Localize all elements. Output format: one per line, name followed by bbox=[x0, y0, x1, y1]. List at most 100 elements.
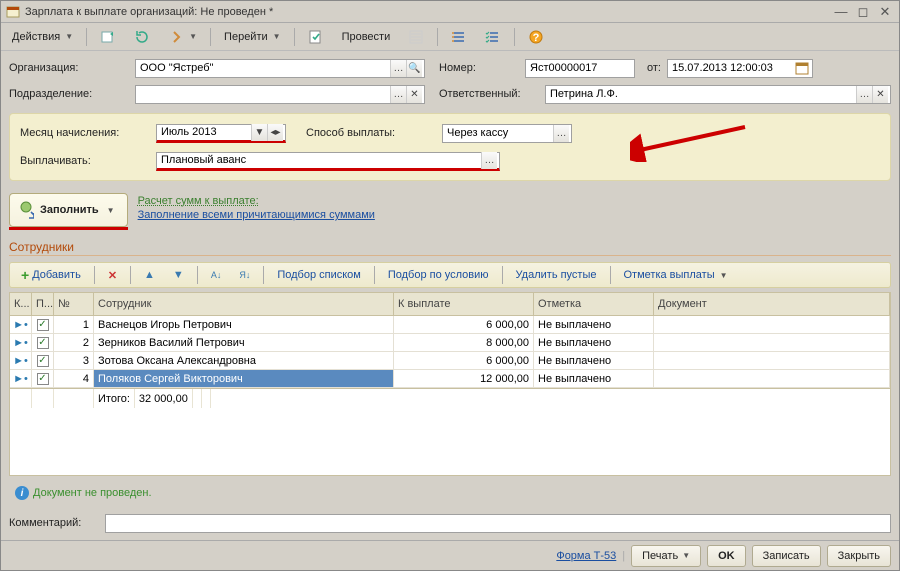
chevron-down-icon[interactable]: ▼ bbox=[251, 124, 267, 141]
row-mark: Не выплачено bbox=[534, 316, 654, 333]
delete-row-icon[interactable]: ✕ bbox=[101, 264, 124, 286]
row-number: 1 bbox=[54, 316, 94, 333]
ellipsis-icon[interactable]: … bbox=[390, 86, 406, 103]
fill-all-link[interactable]: Заполнение всеми причитающимися суммами bbox=[138, 209, 375, 221]
col-n[interactable]: № bbox=[54, 293, 94, 315]
row-employee: Васнецов Игорь Петрович bbox=[94, 316, 394, 333]
dept-field[interactable]: … ✕ bbox=[135, 85, 425, 104]
reread-icon-button[interactable] bbox=[127, 26, 157, 48]
fill-icon bbox=[18, 202, 34, 218]
check-list-icon-button[interactable] bbox=[478, 26, 508, 48]
paymethod-label: Способ выплаты: bbox=[306, 127, 436, 139]
ellipsis-icon[interactable]: … bbox=[390, 60, 406, 77]
number-label: Номер: bbox=[439, 62, 519, 74]
clear-icon[interactable]: ✕ bbox=[872, 86, 888, 103]
refresh-icon-button[interactable] bbox=[93, 26, 123, 48]
row-employee: Зерников Василий Петрович bbox=[94, 334, 394, 351]
pick-cond-button[interactable]: Подбор по условию bbox=[381, 264, 496, 286]
structure-icon-button[interactable] bbox=[401, 26, 431, 48]
col-mark[interactable]: Отметка bbox=[534, 293, 654, 315]
row-checkbox[interactable]: ✓ bbox=[32, 352, 54, 369]
col-employee[interactable]: Сотрудник bbox=[94, 293, 394, 315]
row-flag-icon: ►• bbox=[10, 352, 32, 369]
close-footer-button[interactable]: Закрыть bbox=[827, 545, 891, 567]
table-footer: Итого: 32 000,00 bbox=[10, 388, 890, 408]
close-button[interactable]: ✕ bbox=[875, 4, 895, 20]
window-title: Зарплата к выплате организаций: Не прове… bbox=[25, 6, 829, 18]
post-button[interactable]: Провести bbox=[335, 26, 398, 48]
calendar-icon[interactable] bbox=[794, 60, 810, 77]
table-row[interactable]: ►•✓2Зерников Василий Петрович8 000,00Не … bbox=[10, 334, 890, 352]
col-doc[interactable]: Документ bbox=[654, 293, 890, 315]
comment-field[interactable] bbox=[105, 514, 891, 533]
move-down-icon[interactable]: ▼ bbox=[166, 264, 191, 286]
goto-menu[interactable]: Перейти▼ bbox=[217, 26, 288, 48]
date-label: от: bbox=[647, 62, 661, 74]
col-k[interactable]: К... bbox=[10, 293, 32, 315]
number-field[interactable]: Яст00000017 bbox=[525, 59, 635, 78]
actions-menu[interactable]: Действия▼ bbox=[5, 26, 80, 48]
date-field[interactable]: 15.07.2013 12:00:03 bbox=[667, 59, 813, 78]
ellipsis-icon[interactable]: … bbox=[481, 152, 497, 169]
row-mark: Не выплачено bbox=[534, 352, 654, 369]
dept-label: Подразделение: bbox=[9, 88, 129, 100]
form-t53-link[interactable]: Форма Т-53 bbox=[556, 550, 616, 562]
pick-list-button[interactable]: Подбор списком bbox=[270, 264, 368, 286]
total-label: Итого: bbox=[94, 389, 135, 408]
row-checkbox[interactable]: ✓ bbox=[32, 316, 54, 333]
add-row-button[interactable]: +Добавить bbox=[14, 264, 88, 286]
row-amount: 8 000,00 bbox=[394, 334, 534, 351]
resp-field[interactable]: Петрина Л.Ф. … ✕ bbox=[545, 85, 891, 104]
row-number: 3 bbox=[54, 352, 94, 369]
sort-asc-icon[interactable]: А↓ bbox=[204, 264, 229, 286]
status-row: i Документ не проведен. bbox=[9, 484, 891, 502]
month-field[interactable]: Июль 2013 ▼ ◂▸ bbox=[156, 124, 286, 143]
sort-desc-icon[interactable]: Я↓ bbox=[232, 264, 257, 286]
row-employee: Зотова Оксана Александровна bbox=[94, 352, 394, 369]
row-checkbox[interactable]: ✓ bbox=[32, 334, 54, 351]
table-row[interactable]: ►•✓4Поляков Сергей Викторович12 000,00Не… bbox=[10, 370, 890, 388]
paytype-field[interactable]: Плановый аванс … bbox=[156, 152, 500, 171]
col-amount[interactable]: К выплате bbox=[394, 293, 534, 315]
mark-pay-button[interactable]: Отметка выплаты▼ bbox=[617, 264, 735, 286]
ok-button[interactable]: OK bbox=[707, 545, 746, 567]
spinner-icon[interactable]: ◂▸ bbox=[267, 124, 283, 141]
row-mark: Не выплачено bbox=[534, 370, 654, 387]
nav-icon-button[interactable]: ▼ bbox=[161, 26, 204, 48]
list2-icon-button[interactable] bbox=[444, 26, 474, 48]
print-button[interactable]: Печать▼ bbox=[631, 545, 701, 567]
table-header: К... П... № Сотрудник К выплате Отметка … bbox=[10, 293, 890, 316]
row-amount: 6 000,00 bbox=[394, 352, 534, 369]
minimize-button[interactable]: — bbox=[831, 4, 851, 20]
ellipsis-icon[interactable]: … bbox=[856, 86, 872, 103]
row-doc bbox=[654, 370, 890, 387]
search-icon[interactable]: 🔍 bbox=[406, 60, 422, 77]
maximize-button[interactable]: ◻ bbox=[853, 4, 873, 20]
org-field[interactable]: ООО "Ястреб" … 🔍 bbox=[135, 59, 425, 78]
calc-title-link[interactable]: Расчет сумм к выплате: bbox=[138, 195, 375, 207]
paymethod-field[interactable]: Через кассу … bbox=[442, 124, 572, 143]
delete-empty-button[interactable]: Удалить пустые bbox=[509, 264, 604, 286]
row-doc bbox=[654, 316, 890, 333]
org-label: Организация: bbox=[9, 62, 129, 74]
row-checkbox[interactable]: ✓ bbox=[32, 370, 54, 387]
status-text: Документ не проведен. bbox=[33, 487, 152, 499]
row-number: 4 bbox=[54, 370, 94, 387]
ellipsis-icon[interactable]: … bbox=[553, 125, 569, 142]
save-button[interactable]: Записать bbox=[752, 545, 821, 567]
main-toolbar: Действия▼ ▼ Перейти▼ Провести ? bbox=[1, 23, 899, 51]
row-mark: Не выплачено bbox=[534, 334, 654, 351]
row-number: 2 bbox=[54, 334, 94, 351]
row-doc bbox=[654, 334, 890, 351]
row-employee: Поляков Сергей Викторович bbox=[94, 370, 394, 387]
clear-icon[interactable]: ✕ bbox=[406, 86, 422, 103]
fill-button[interactable]: Заполнить ▼ bbox=[9, 193, 128, 227]
employees-table: К... П... № Сотрудник К выплате Отметка … bbox=[9, 292, 891, 476]
col-p[interactable]: П... bbox=[32, 293, 54, 315]
help-icon-button[interactable]: ? bbox=[521, 26, 551, 48]
post-icon[interactable] bbox=[301, 26, 331, 48]
table-row[interactable]: ►•✓3Зотова Оксана Александровна6 000,00Н… bbox=[10, 352, 890, 370]
row-amount: 12 000,00 bbox=[394, 370, 534, 387]
table-row[interactable]: ►•✓1Васнецов Игорь Петрович6 000,00Не вы… bbox=[10, 316, 890, 334]
move-up-icon[interactable]: ▲ bbox=[137, 264, 162, 286]
